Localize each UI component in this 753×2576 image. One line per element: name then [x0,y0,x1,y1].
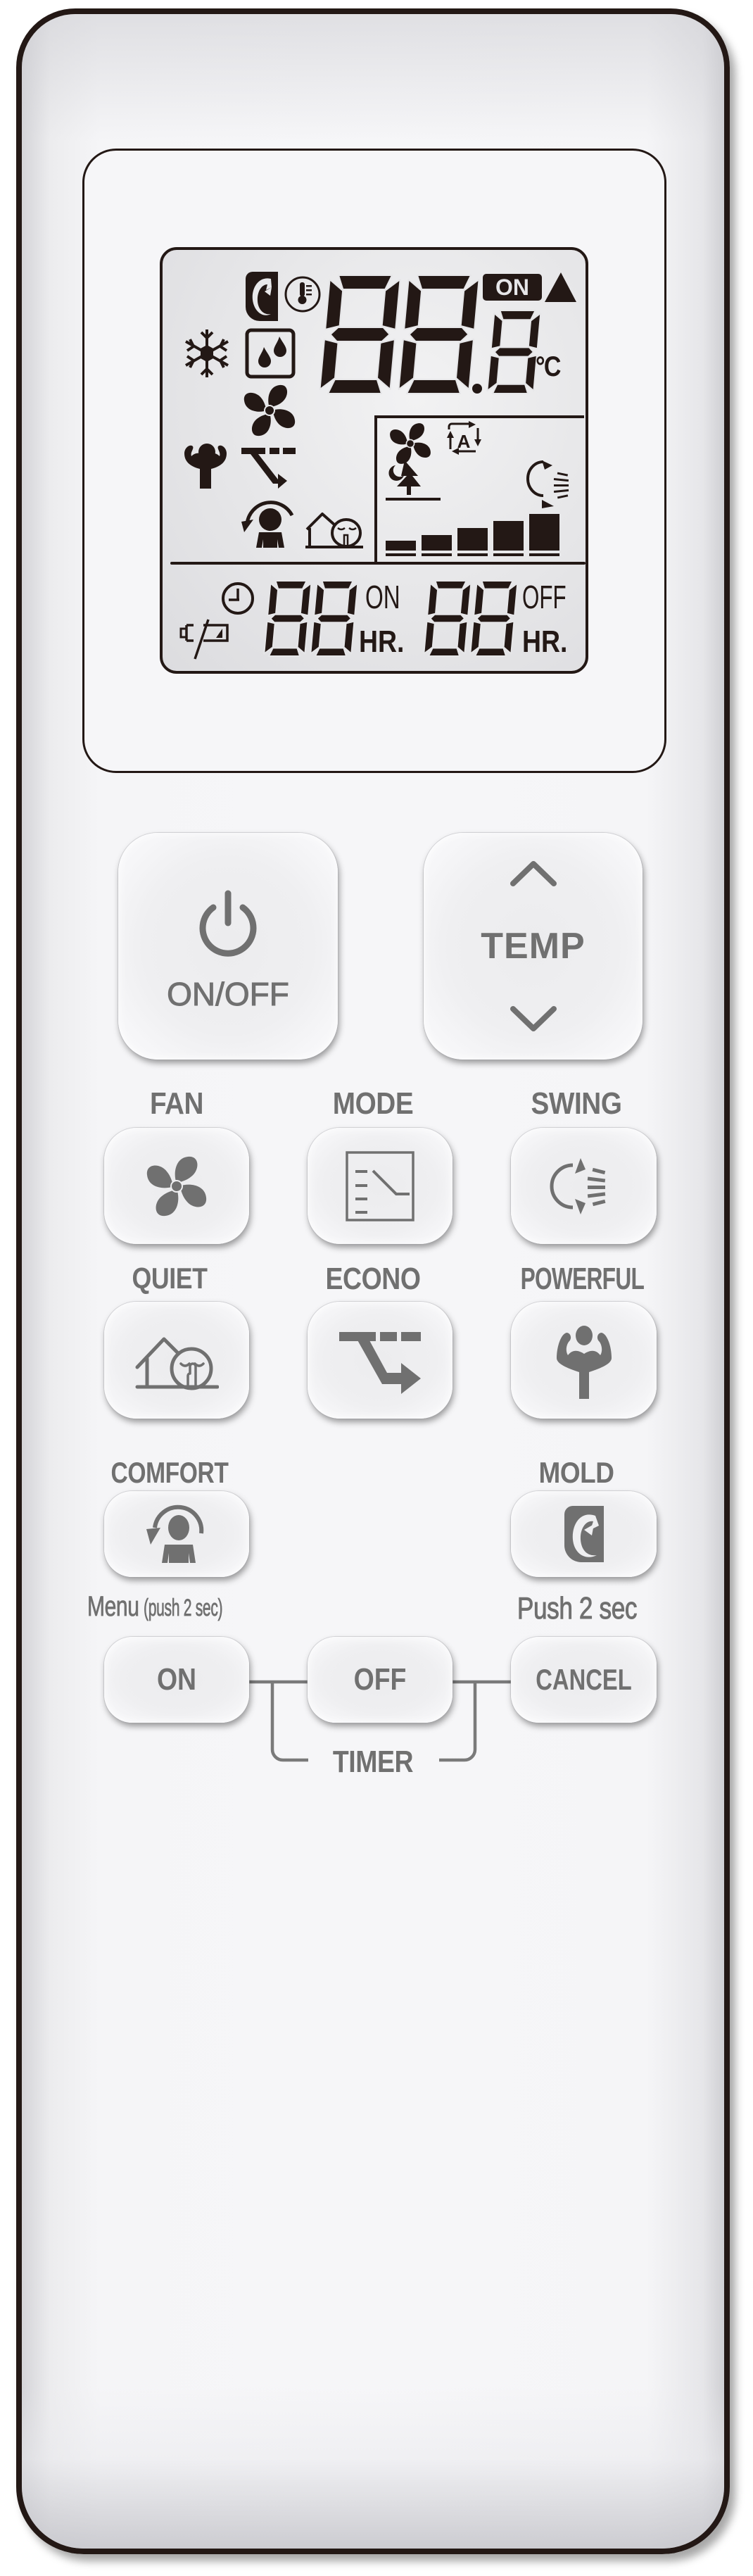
timer-off-button-label: OFF [353,1662,407,1697]
timer-on-button[interactable]: ON [104,1637,249,1723]
timer-bracket [249,1680,511,1762]
timer-off-button[interactable]: OFF [308,1637,453,1723]
timer-cancel-button-label: CANCEL [536,1663,632,1696]
timer-group-label: TIMER [332,1745,414,1779]
timer-cancel-button[interactable]: CANCEL [511,1637,657,1723]
timer-on-button-label: ON [156,1662,197,1697]
